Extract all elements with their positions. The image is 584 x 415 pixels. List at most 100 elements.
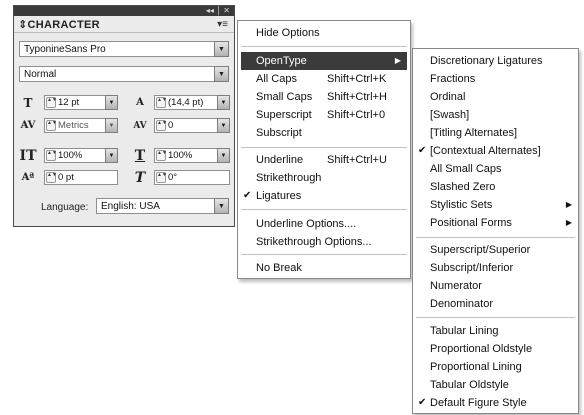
menu-item-no-break[interactable]: No Break xyxy=(238,259,410,277)
panel-menu-icon[interactable]: ▾≡ xyxy=(217,19,228,30)
menu-separator xyxy=(241,147,407,148)
chevron-down-icon[interactable]: ▼ xyxy=(214,198,229,214)
menu-separator xyxy=(416,317,575,318)
menu-item-positional-forms[interactable]: Positional Forms ▶ xyxy=(413,214,578,232)
font-size-value: 12 pt xyxy=(58,97,80,108)
chevron-down-icon[interactable]: ▼ xyxy=(214,41,229,57)
font-style-value: Normal xyxy=(24,68,57,80)
menu-item-tabular-oldstyle[interactable]: Tabular Oldstyle xyxy=(413,376,578,394)
panel-header: ⇕CHARACTER ▾≡ xyxy=(14,16,234,33)
menu-item-stylistic-sets[interactable]: Stylistic Sets ▶ xyxy=(413,196,578,214)
menu-item-all-caps[interactable]: All Caps Shift+Ctrl+K xyxy=(238,70,410,88)
menu-item-strikethrough-options[interactable]: Strikethrough Options... xyxy=(238,233,410,251)
skew-value: 0° xyxy=(168,172,178,183)
menu-item-label: Tabular Lining xyxy=(430,325,499,337)
checkmark-icon: ✔ xyxy=(243,190,252,201)
menu-item-contextual-alternates[interactable]: ✔ [Contextual Alternates] xyxy=(413,142,578,160)
spin-arrows-icon[interactable]: ▲▼ xyxy=(46,150,57,161)
panel-tab-character[interactable]: ⇕CHARACTER xyxy=(18,18,100,31)
menu-item-shortcut: Shift+Ctrl+K xyxy=(327,73,387,85)
menu-item-underline-options[interactable]: Underline Options.... xyxy=(238,215,410,233)
menu-item-titling-alternates[interactable]: [Titling Alternates] xyxy=(413,124,578,142)
menu-separator xyxy=(416,237,575,238)
leading-field[interactable]: ▲▼ (14,4 pt) ▼ xyxy=(154,95,230,110)
font-family-value: TyponineSans Pro xyxy=(24,43,106,55)
menu-item-label: Underline xyxy=(256,154,304,166)
menu-item-discretionary-ligatures[interactable]: Discretionary Ligatures xyxy=(413,52,578,70)
baseline-shift-field[interactable]: ▲▼ 0 pt xyxy=(44,170,118,185)
language-label: Language: xyxy=(41,202,89,213)
menu-item-shortcut: Shift+Ctrl+H xyxy=(327,91,387,103)
font-family-dropdown[interactable]: TyponineSans Pro ▼ xyxy=(19,41,229,57)
skew-field[interactable]: ▲▼ 0° xyxy=(154,170,230,185)
spin-arrows-icon[interactable]: ▲▼ xyxy=(156,97,167,108)
menu-item-proportional-lining[interactable]: Proportional Lining xyxy=(413,358,578,376)
screen: ◂◂ │ ✕ ⇕CHARACTER ▾≡ TyponineSans Pro ▼ N… xyxy=(0,0,584,415)
menu-item-superscript-superior[interactable]: Superscript/Superior xyxy=(413,241,578,259)
menu-item-underline[interactable]: Underline Shift+Ctrl+U xyxy=(238,151,410,169)
menu-item-fractions[interactable]: Fractions xyxy=(413,70,578,88)
spin-arrows-icon[interactable]: ▲▼ xyxy=(156,172,167,183)
vertical-scale-field[interactable]: ▲▼ 100% ▼ xyxy=(44,148,118,163)
spin-arrows-icon[interactable]: ▲▼ xyxy=(156,150,167,161)
spin-arrows-icon[interactable]: ▲▼ xyxy=(46,97,57,108)
spin-arrows-icon[interactable]: ▲▼ xyxy=(46,172,57,183)
menu-item-superscript[interactable]: Superscript Shift+Ctrl+0 xyxy=(238,106,410,124)
menu-item-label: Proportional Oldstyle xyxy=(430,343,533,355)
menu-item-shortcut: Shift+Ctrl+U xyxy=(327,154,387,166)
menu-item-label: Small Caps xyxy=(256,91,313,103)
menu-item-ligatures[interactable]: ✔ Ligatures xyxy=(238,187,410,205)
menu-item-default-figure-style[interactable]: ✔ Default Figure Style xyxy=(413,394,578,412)
menu-item-slashed-zero[interactable]: Slashed Zero xyxy=(413,178,578,196)
spin-arrows-icon[interactable]: ▲▼ xyxy=(156,120,167,131)
checkmark-icon: ✔ xyxy=(418,145,427,156)
chevron-down-icon[interactable]: ▼ xyxy=(217,95,230,110)
vertical-scale-value: 100% xyxy=(58,150,83,161)
menu-item-label: Superscript/Superior xyxy=(430,244,531,256)
menu-item-all-small-caps[interactable]: All Small Caps xyxy=(413,160,578,178)
tracking-value: 0 xyxy=(168,120,174,131)
menu-separator xyxy=(241,46,407,47)
font-size-field[interactable]: ▲▼ 12 pt ▼ xyxy=(44,95,118,110)
panel-flyout-menu: Hide Options OpenType ▶ All Caps Shift+Ctr… xyxy=(237,20,411,279)
menu-item-label: Hide Options xyxy=(256,27,320,39)
collapse-close-controls[interactable]: ◂◂ │ ✕ xyxy=(206,6,230,16)
menu-item-swash[interactable]: [Swash] xyxy=(413,106,578,124)
menu-item-ordinal[interactable]: Ordinal xyxy=(413,88,578,106)
chevron-down-icon[interactable]: ▼ xyxy=(105,95,118,110)
leading-icon: A xyxy=(136,97,144,108)
spin-arrows-icon[interactable]: ▲▼ xyxy=(46,120,57,131)
menu-item-opentype[interactable]: OpenType ▶ xyxy=(241,52,407,70)
menu-item-label: Discretionary Ligatures xyxy=(430,55,543,67)
horizontal-scale-field[interactable]: ▲▼ 100% ▼ xyxy=(154,148,230,163)
font-size-icon: T xyxy=(23,96,33,110)
menu-item-strikethrough[interactable]: Strikethrough xyxy=(238,169,410,187)
menu-item-subscript-inferior[interactable]: Subscript/Inferior xyxy=(413,259,578,277)
baseline-shift-icon: Aª xyxy=(21,172,35,183)
chevron-down-icon[interactable]: ▼ xyxy=(217,148,230,163)
chevron-down-icon[interactable]: ▼ xyxy=(217,118,230,133)
menu-item-hide-options[interactable]: Hide Options xyxy=(238,24,410,42)
menu-item-subscript[interactable]: Subscript xyxy=(238,124,410,142)
language-dropdown[interactable]: English: USA ▼ xyxy=(96,198,229,214)
menu-item-label: OpenType xyxy=(256,55,307,67)
panel-titlebar[interactable]: ◂◂ │ ✕ xyxy=(14,6,234,16)
menu-item-small-caps[interactable]: Small Caps Shift+Ctrl+H xyxy=(238,88,410,106)
horizontal-scale-value: 100% xyxy=(168,150,193,161)
tracking-field[interactable]: ▲▼ 0 ▼ xyxy=(154,118,230,133)
menu-item-label: [Titling Alternates] xyxy=(430,127,518,139)
chevron-down-icon[interactable]: ▼ xyxy=(214,66,229,82)
font-style-dropdown[interactable]: Normal ▼ xyxy=(19,66,229,82)
vertical-scale-icon: IT xyxy=(19,148,37,164)
menu-item-proportional-oldstyle[interactable]: Proportional Oldstyle xyxy=(413,340,578,358)
kerning-icon: AV xyxy=(20,120,36,131)
kerning-field[interactable]: ▲▼ Metrics ▼ xyxy=(44,118,118,133)
menu-item-tabular-lining[interactable]: Tabular Lining xyxy=(413,322,578,340)
menu-item-denominator[interactable]: Denominator xyxy=(413,295,578,313)
menu-item-label: Fractions xyxy=(430,73,476,85)
menu-item-label: Strikethrough Options... xyxy=(256,236,372,248)
chevron-down-icon[interactable]: ▼ xyxy=(105,148,118,163)
menu-item-label: Subscript/Inferior xyxy=(430,262,514,274)
chevron-down-icon[interactable]: ▼ xyxy=(105,118,118,133)
menu-item-numerator[interactable]: Numerator xyxy=(413,277,578,295)
